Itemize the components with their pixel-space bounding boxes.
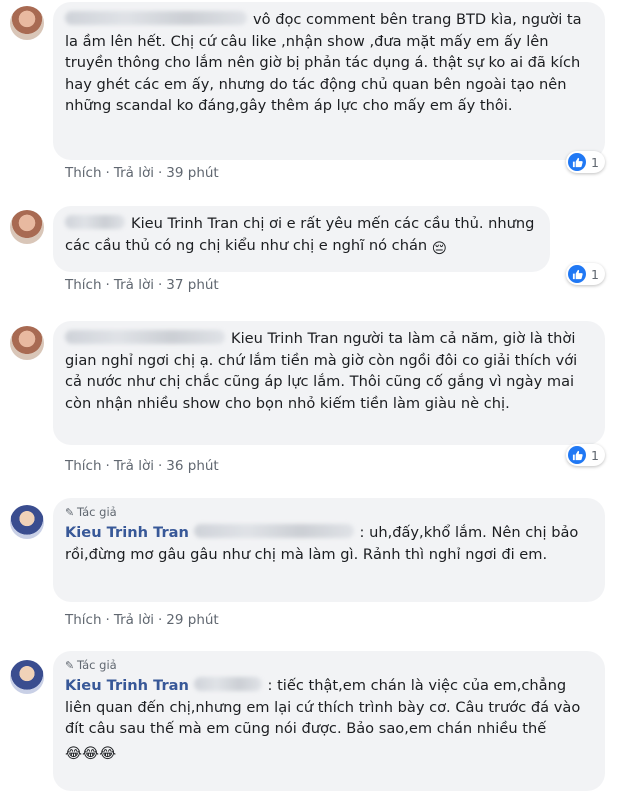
thumbs-up-icon	[568, 446, 586, 464]
reaction-badge[interactable]: 1	[566, 444, 605, 466]
tears-of-joy-emoji: 😂😂😂	[65, 744, 117, 762]
blurred-mention-name[interactable]	[193, 524, 354, 538]
reply-link[interactable]: Trả lời	[114, 277, 154, 293]
separator: ·	[105, 165, 110, 181]
timestamp[interactable]: 36 phút	[166, 458, 218, 474]
author-avatar[interactable]	[10, 505, 44, 539]
pencil-icon: ✎	[65, 506, 75, 519]
pencil-icon: ✎	[65, 659, 75, 672]
comment-actions: Thích · Trả lời · 29 phút	[65, 612, 219, 628]
separator: ·	[105, 458, 110, 474]
reaction-badge[interactable]: 1	[566, 263, 605, 285]
separator: ·	[157, 165, 163, 181]
reaction-count: 1	[591, 447, 599, 463]
author-badge-label: Tác giả	[77, 505, 117, 519]
reaction-badge[interactable]: 1	[566, 151, 605, 173]
timestamp[interactable]: 29 phút	[166, 612, 218, 628]
commenter-avatar[interactable]	[10, 210, 44, 244]
like-link[interactable]: Thích	[65, 165, 102, 181]
separator: ·	[157, 458, 163, 474]
comment-bubble: Kieu Trinh Tran người ta làm cả năm, giờ…	[53, 321, 605, 445]
author-name[interactable]: Kieu Trinh Tran	[65, 524, 189, 541]
mention-name[interactable]: Kieu Trinh Tran	[231, 330, 338, 347]
comment-bubble: Kieu Trinh Tran chị ơi e rất yêu mến các…	[53, 206, 550, 272]
pensive-face-emoji: 😔	[431, 239, 447, 257]
mention-name[interactable]: Kieu Trinh Tran	[131, 215, 238, 232]
reaction-count: 1	[591, 266, 599, 282]
comment-actions: Thích · Trả lời · 36 phút	[65, 458, 219, 474]
comment-bubble: ✎ Tác giả Kieu Trinh Tran : tiếc thật,em …	[53, 651, 605, 791]
comment-bubble: vô đọc comment bên trang BTD kìa, người …	[53, 2, 605, 160]
reply-link[interactable]: Trả lời	[114, 612, 154, 628]
separator: ·	[105, 277, 110, 293]
blurred-commenter-name[interactable]	[65, 215, 125, 229]
like-link[interactable]: Thích	[65, 277, 102, 293]
author-name[interactable]: Kieu Trinh Tran	[65, 677, 189, 694]
reply-link[interactable]: Trả lời	[114, 458, 154, 474]
comment-actions: Thích · Trả lời · 39 phút	[65, 165, 219, 181]
comment-actions: Thích · Trả lời · 37 phút	[65, 277, 219, 293]
thumbs-up-icon	[568, 153, 586, 171]
author-badge-label: Tác giả	[77, 658, 117, 672]
commenter-avatar[interactable]	[10, 6, 44, 40]
timestamp[interactable]: 39 phút	[166, 165, 218, 181]
separator: ·	[157, 277, 163, 293]
blurred-commenter-name[interactable]	[65, 11, 247, 25]
author-badge: ✎ Tác giả	[65, 505, 591, 520]
author-badge: ✎ Tác giả	[65, 658, 591, 673]
comment-text: vô đọc comment bên trang BTD kìa, người …	[65, 11, 582, 114]
reply-link[interactable]: Trả lời	[114, 165, 154, 181]
like-link[interactable]: Thích	[65, 458, 102, 474]
author-avatar[interactable]	[10, 660, 44, 694]
separator: ·	[105, 612, 110, 628]
reaction-count: 1	[591, 154, 599, 170]
blurred-mention-name[interactable]	[193, 677, 262, 691]
commenter-avatar[interactable]	[10, 326, 44, 360]
like-link[interactable]: Thích	[65, 612, 102, 628]
timestamp[interactable]: 37 phút	[166, 277, 218, 293]
blurred-commenter-name[interactable]	[65, 330, 225, 344]
comment-bubble: ✎ Tác giả Kieu Trinh Tran : uh,đấy,khổ lắ…	[53, 498, 605, 602]
separator: ·	[157, 612, 163, 628]
thumbs-up-icon	[568, 265, 586, 283]
